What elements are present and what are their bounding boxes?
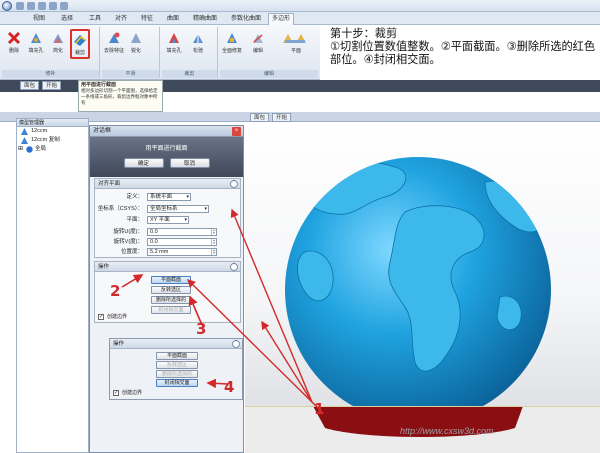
- annotation-arrows: [121, 208, 323, 413]
- arrow-2: [121, 274, 144, 288]
- arrow-1b: [261, 320, 313, 403]
- arrow-1a: [187, 279, 313, 403]
- annotation-2: 2: [110, 282, 121, 300]
- watermark: http://www.cxsw3d.com: [400, 426, 494, 436]
- arrow-1c: [230, 208, 313, 403]
- annotation-4: 4: [224, 378, 235, 396]
- annotation-1: 1: [314, 400, 325, 418]
- annotation-3: 3: [196, 320, 207, 338]
